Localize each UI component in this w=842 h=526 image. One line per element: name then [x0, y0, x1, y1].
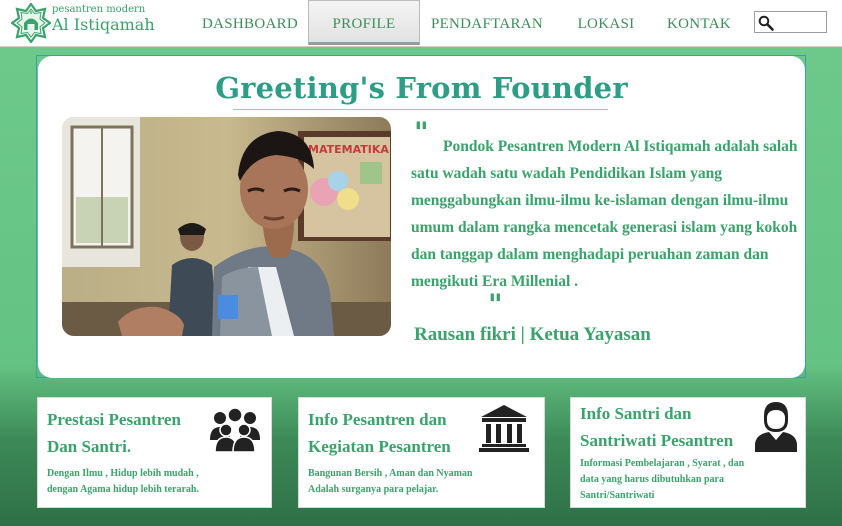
card-desc-line: Dengan Ilmu , Hidup lebih mudah , — [47, 468, 199, 479]
card-title: Prestasi Pesantren Dan Santri. — [47, 406, 181, 460]
card-desc-line: Adalah surganya para pelajar. — [308, 484, 439, 495]
card-title-line: Kegiatan Pesantren — [308, 437, 451, 456]
card-desc-line: dengan Agama hidup lebih terarah. — [47, 484, 199, 495]
magnifier-icon — [758, 15, 774, 31]
card-desc-line: Santri/Santriwati — [580, 490, 655, 501]
card-title-line: Santriwati Pesantren — [580, 431, 734, 450]
card-description: Bangunan Bersih , Aman dan Nyaman Adalah… — [308, 466, 473, 498]
brand-name: Al Istiqamah — [52, 15, 155, 34]
card-desc-line: Informasi Pembelajaran , Syarat , dan — [580, 458, 745, 469]
group-icon — [210, 407, 260, 452]
card-description: Dengan Ilmu , Hidup lebih mudah , dengan… — [47, 466, 199, 498]
top-navbar: pesantren modern Al Istiqamah DASHBOARD … — [0, 0, 842, 47]
svg-text:MATEMATIKA: MATEMATIKA — [308, 143, 389, 156]
brand-subtitle: pesantren modern — [52, 4, 146, 15]
nav-kontak[interactable]: KONTAK — [662, 0, 736, 45]
title-underline — [233, 109, 608, 110]
search-input[interactable] — [754, 11, 827, 33]
main-content: Greeting's From Founder MATEMATIKA " Pon… — [0, 47, 842, 526]
card-prestasi[interactable]: Prestasi Pesantren Dan Santri. Dengan Il… — [37, 397, 272, 508]
person-icon — [755, 402, 797, 452]
card-title: Info Pesantren dan Kegiatan Pesantren — [308, 406, 451, 460]
greeting-panel: Greeting's From Founder MATEMATIKA " Pon… — [38, 56, 805, 378]
founder-name: Rausan fikri | Ketua Yayasan — [414, 324, 651, 345]
card-info-santri[interactable]: Info Santri dan Santriwati Pesantren Inf… — [570, 397, 806, 508]
card-title-line: Info Santri dan — [580, 404, 692, 423]
card-desc-line: data yang harus dibutuhkan para — [580, 474, 724, 485]
institution-icon — [479, 405, 529, 452]
nav-pendaftaran[interactable]: PENDAFTARAN — [424, 0, 550, 45]
card-description: Informasi Pembelajaran , Syarat , dan da… — [580, 456, 744, 504]
card-info-pesantren[interactable]: Info Pesantren dan Kegiatan Pesantren Ba… — [298, 397, 545, 508]
founder-photo: MATEMATIKA — [62, 117, 391, 336]
close-quote-mark: " — [488, 288, 503, 321]
greeting-title: Greeting's From Founder — [215, 71, 628, 105]
card-desc-line: Bangunan Bersih , Aman dan Nyaman — [308, 468, 473, 479]
card-title-line: Prestasi Pesantren — [47, 410, 181, 429]
nav-dashboard[interactable]: DASHBOARD — [196, 0, 304, 45]
nav-profile[interactable]: PROFILE — [308, 0, 420, 45]
founder-quote: Pondok Pesantren Modern Al Istiqamah ada… — [411, 138, 798, 290]
card-title-line: Dan Santri. — [47, 437, 132, 456]
card-title: Info Santri dan Santriwati Pesantren — [580, 400, 733, 454]
card-title-line: Info Pesantren dan — [308, 410, 447, 429]
mosque-logo-icon — [11, 3, 51, 43]
nav-lokasi[interactable]: LOKASI — [572, 0, 640, 45]
